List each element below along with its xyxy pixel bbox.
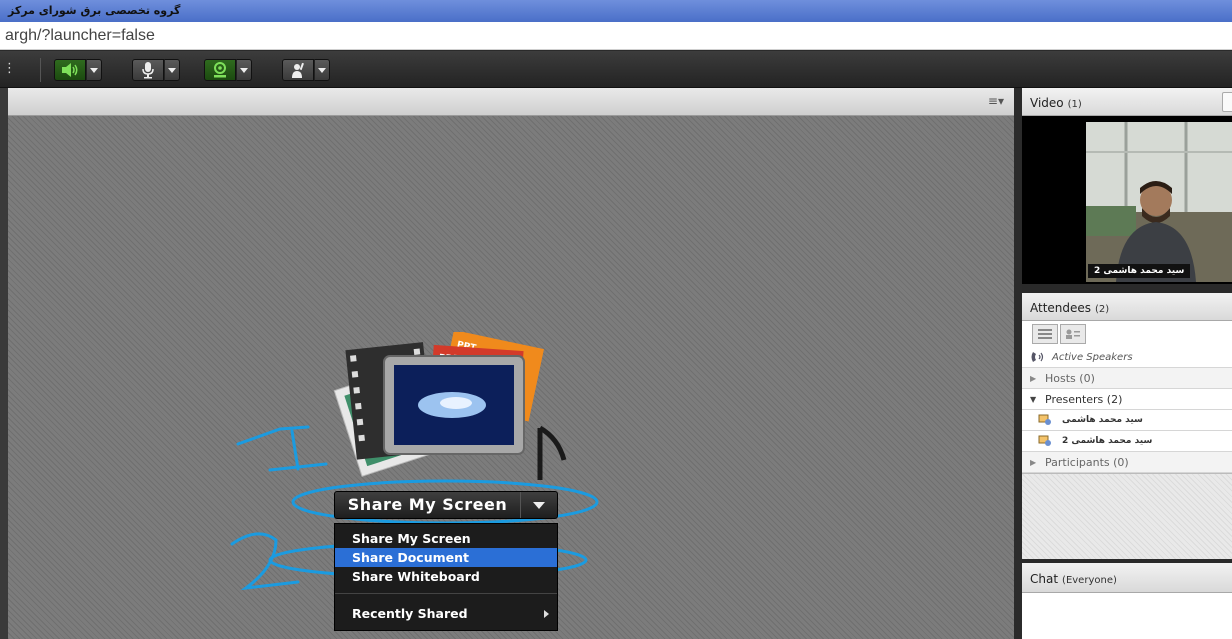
meeting-toolbar: ⋮: [0, 51, 1232, 88]
attendees-view-toolbar: [1022, 321, 1232, 347]
presenter-name: سید محمد هاشمی 2: [1062, 436, 1153, 446]
webcam-icon: [214, 62, 226, 78]
list-view-icon: [1038, 329, 1052, 339]
expand-right-icon: ▶: [1030, 373, 1037, 383]
chat-pod-header: Chat (Everyone): [1022, 563, 1232, 593]
status-control[interactable]: [282, 59, 330, 81]
chat-pod-title: Chat: [1030, 572, 1059, 586]
menu-item-recently-shared[interactable]: Recently Shared: [335, 604, 557, 623]
connect-meeting-window: گروه تخصصی برق شورای مرکز argh/?launcher…: [0, 0, 1232, 639]
presenter-row[interactable]: سید محمد هاشمی: [1022, 410, 1232, 431]
share-options-dropdown[interactable]: [521, 492, 557, 518]
video-pod-header: Video (1): [1022, 88, 1232, 116]
webcam-button[interactable]: [204, 59, 236, 81]
hosts-group-label: Hosts (0): [1045, 371, 1095, 385]
speaker-button[interactable]: [54, 59, 86, 81]
collapse-down-icon: ▼: [1030, 394, 1037, 404]
attendees-empty-area: [1022, 473, 1232, 559]
active-speakers-row: Active Speakers: [1022, 347, 1232, 368]
annotation-label-2: 2: [260, 579, 261, 581]
expand-right-icon: ▶: [1030, 457, 1037, 467]
webcam-person-image: [1086, 122, 1232, 282]
microphone-icon: [142, 62, 154, 79]
status-dropdown[interactable]: [314, 59, 330, 81]
speaker-icon: [62, 63, 78, 77]
share-my-screen-button[interactable]: Share My Screen: [334, 491, 558, 519]
video-pod-title: Video: [1030, 96, 1064, 110]
chevron-down-icon: [533, 501, 545, 509]
chevron-down-icon: [90, 67, 98, 73]
user-card-icon: [1066, 329, 1080, 339]
attendees-pod-title: Attendees: [1030, 301, 1092, 315]
chevron-down-icon: [318, 67, 326, 73]
presenters-group[interactable]: ▼ Presenters (2): [1022, 389, 1232, 410]
attendees-pod: Attendees (2) Active Speakers ▶ Hosts (0) …: [1022, 293, 1232, 559]
card-view-button[interactable]: [1060, 324, 1086, 344]
participants-group[interactable]: ▶ Participants (0): [1022, 452, 1232, 473]
presenter-icon: [1038, 435, 1051, 446]
video-pod: Video (1) سید محمد هاشمی 2: [1022, 88, 1232, 284]
speaker-dropdown[interactable]: [86, 59, 102, 81]
phone-speaker-icon: [1031, 352, 1044, 362]
hosts-group[interactable]: ▶ Hosts (0): [1022, 368, 1232, 389]
share-options-menu: Share My Screen Share Document Share Whi…: [334, 523, 558, 631]
toolbar-grip-icon[interactable]: ⋮: [3, 61, 16, 76]
video-pod-options-button[interactable]: [1222, 92, 1232, 112]
microphone-control[interactable]: [132, 59, 180, 81]
presenters-group-label: Presenters (2): [1045, 392, 1123, 406]
window-title: گروه تخصصی برق شورای مرکز: [0, 0, 1232, 22]
raise-hand-icon: [292, 62, 304, 78]
left-edge: [0, 88, 8, 639]
video-count: (1): [1067, 99, 1082, 110]
raise-hand-button[interactable]: [282, 59, 314, 81]
presenter-name: سید محمد هاشمی: [1062, 415, 1143, 425]
attendees-pod-header: Attendees (2): [1022, 293, 1232, 321]
chevron-down-icon: [240, 67, 248, 73]
chat-scope[interactable]: (Everyone): [1062, 575, 1117, 586]
list-view-button[interactable]: [1032, 324, 1058, 344]
toolbar-divider: [40, 58, 41, 82]
menu-item-share-my-screen[interactable]: Share My Screen: [335, 529, 557, 548]
menu-divider: [335, 593, 557, 594]
presenter-row[interactable]: سید محمد هاشمی 2: [1022, 431, 1232, 452]
presenter-icon: [1038, 414, 1051, 425]
active-speakers-label: Active Speakers: [1052, 351, 1133, 363]
webcam-dropdown[interactable]: [236, 59, 252, 81]
webcam-feed[interactable]: سید محمد هاشمی 2: [1086, 122, 1232, 282]
chevron-down-icon: [168, 67, 176, 73]
microphone-dropdown[interactable]: [164, 59, 180, 81]
chevron-right-icon: [544, 610, 549, 618]
share-button-label[interactable]: Share My Screen: [335, 492, 521, 518]
participants-group-label: Participants (0): [1045, 455, 1129, 469]
address-bar[interactable]: argh/?launcher=false: [0, 22, 1232, 50]
video-area: سید محمد هاشمی 2: [1022, 116, 1232, 284]
chat-pod: Chat (Everyone): [1022, 563, 1232, 639]
pod-divider[interactable]: [1014, 88, 1022, 639]
speaker-control[interactable]: [54, 59, 102, 81]
attendees-count: (2): [1095, 304, 1110, 315]
microphone-button[interactable]: [132, 59, 164, 81]
menu-item-share-document[interactable]: Share Document: [335, 548, 557, 567]
participant-name-tag: سید محمد هاشمی 2: [1088, 264, 1191, 278]
webcam-control[interactable]: [204, 59, 252, 81]
menu-item-share-whiteboard[interactable]: Share Whiteboard: [335, 567, 557, 586]
recently-shared-label: Recently Shared: [352, 606, 468, 621]
